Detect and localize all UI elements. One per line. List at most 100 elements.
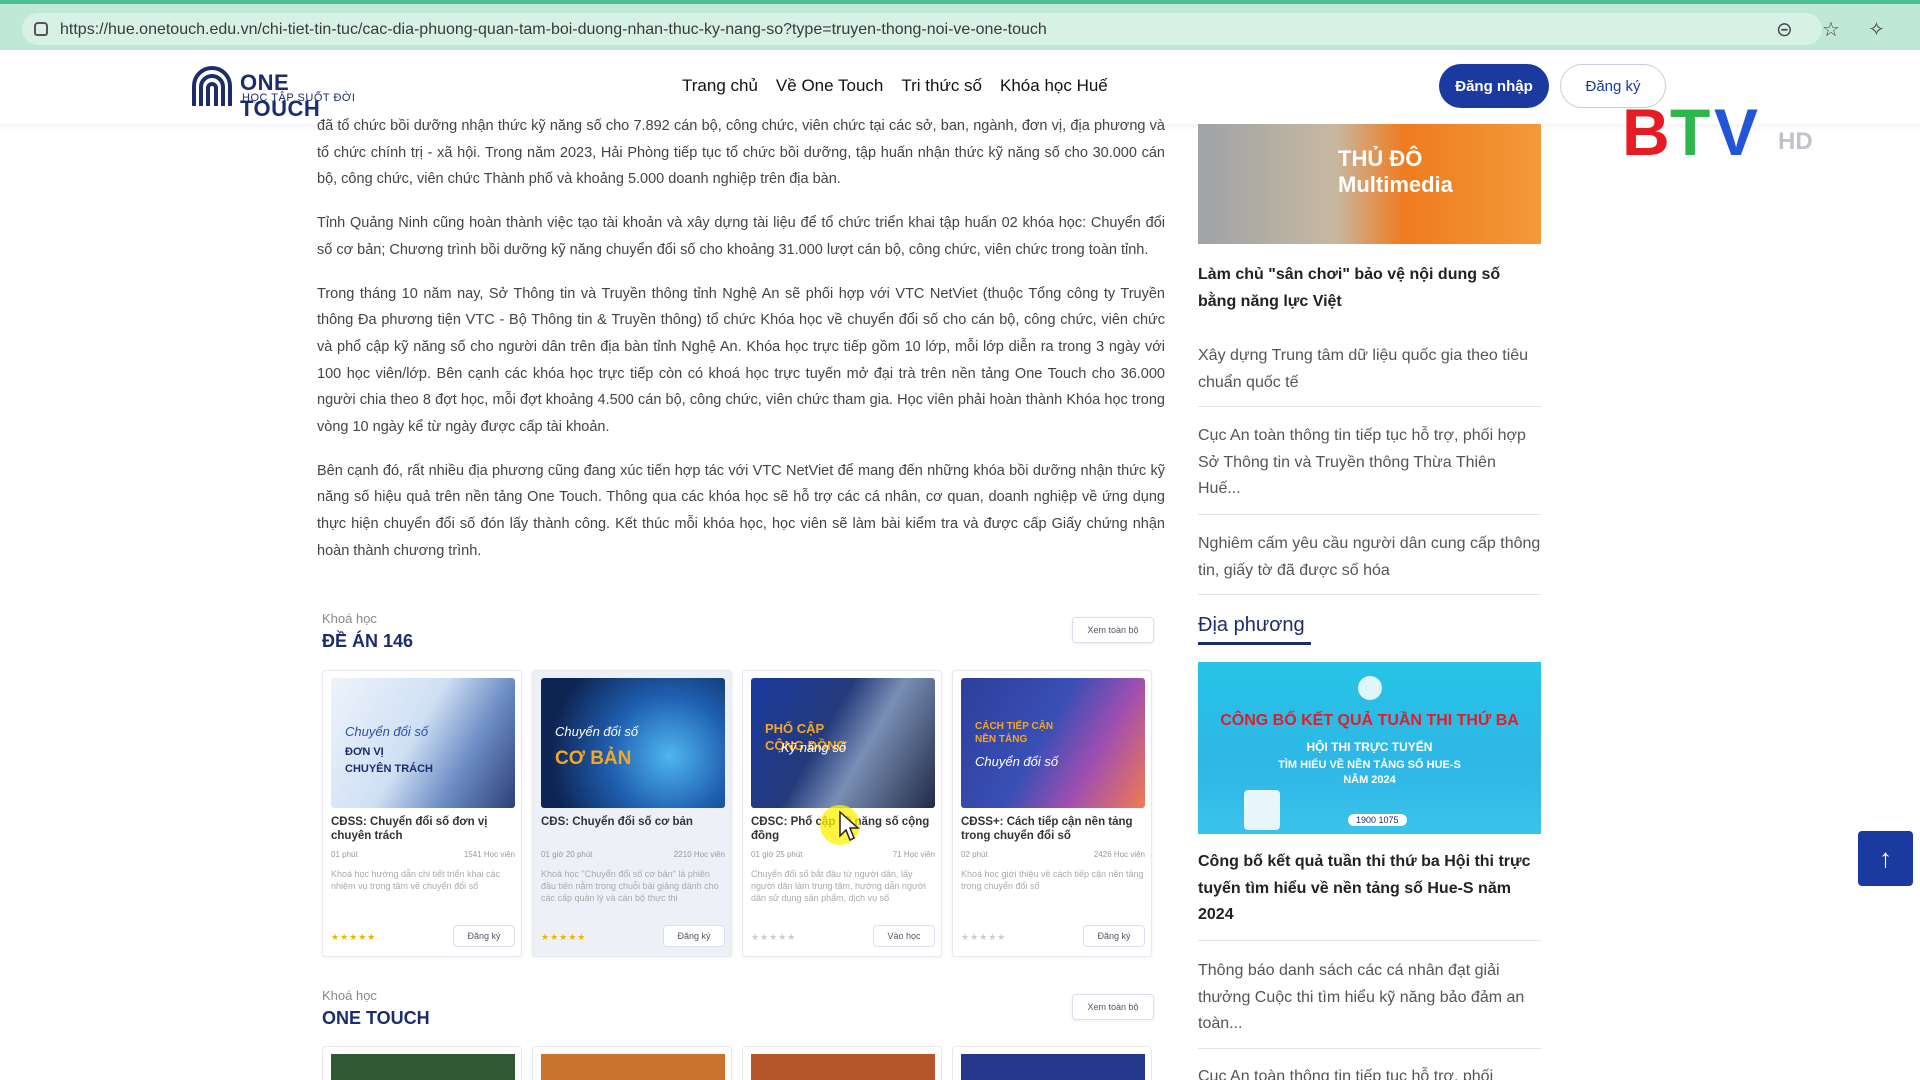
rating-stars: ★★★★★ <box>751 932 797 942</box>
course-learners: 71 Học viên <box>892 850 935 859</box>
rating-stars: ★★★★★ <box>331 932 377 942</box>
course-card[interactable] <box>952 1046 1152 1080</box>
sidebar-news-item[interactable]: Cục An toàn thông tin tiếp tục hỗ trợ, p… <box>1198 423 1541 503</box>
course-thumbnail <box>961 1054 1145 1080</box>
main-nav: Trang chủ Về One Touch Tri thức số Khóa … <box>682 76 1108 96</box>
sidebar-news-item[interactable]: Làm chủ "sân chơi" bảo vệ nội dung số bằ… <box>1198 262 1541 315</box>
course-duration: 01 giờ 20 phút <box>541 850 593 859</box>
section-title: ONE TOUCH <box>322 1008 430 1028</box>
section-kicker: Khoá học <box>322 988 377 1003</box>
course-cards: Chuyển đổi số ĐƠN VỊ CHUYÊN TRÁCH CĐSS: … <box>322 670 1154 957</box>
course-meta: 02 phút 2426 Học viên <box>961 850 1145 859</box>
course-thumbnail: CÁCH TIẾP CẬN NỀN TẢNG Chuyển đổi số <box>961 678 1145 808</box>
thumb-caption: Chuyển đổi số <box>345 724 429 739</box>
course-duration: 01 phút <box>331 850 358 859</box>
logo-arc-icon <box>192 66 232 106</box>
course-thumbnail: PHỔ CẬP CỘNG ĐỒNG Kỹ năng số <box>751 678 935 808</box>
thumb-caption: Kỹ năng số <box>781 740 847 755</box>
banner-hotline: 1900 1075 <box>1348 814 1407 826</box>
course-title: CĐSS+: Cách tiếp cận nền tảng trong chuy… <box>961 816 1133 842</box>
article-paragraph: Trong tháng 10 năm nay, Sở Thông tin và … <box>317 285 1165 436</box>
course-description: Khoá học "Chuyển đổi số cơ bản" là phiên… <box>541 869 719 903</box>
sidebar-divider <box>1198 406 1541 407</box>
course-register-button[interactable]: Đăng ký <box>663 925 725 947</box>
article-paragraph: Tỉnh Quảng Ninh cũng hoàn thành việc tạo… <box>317 215 1165 258</box>
course-thumbnail: Chuyển đổi số ĐƠN VỊ CHUYÊN TRÁCH <box>331 678 515 808</box>
course-card[interactable]: CÁCH TIẾP CẬN NỀN TẢNG Chuyển đổi số CĐS… <box>952 670 1152 957</box>
course-enter-button[interactable]: Vào học <box>873 925 935 947</box>
rating-stars: ★★★★★ <box>961 932 1007 942</box>
course-duration: 02 phút <box>961 850 988 859</box>
course-thumbnail <box>541 1054 725 1080</box>
thumb-caption: Chuyển đổi số <box>975 754 1059 769</box>
sidebar-news-item[interactable]: Xây dựng Trung tâm dữ liệu quốc gia theo… <box>1198 343 1541 396</box>
watermark-v: V <box>1714 95 1759 169</box>
view-all-button[interactable]: Xem toàn bộ <box>1072 994 1154 1020</box>
article-paragraph: Bên cạnh đó, rất nhiều địa phương cũng đ… <box>317 462 1165 559</box>
sidebar-local-item[interactable]: Cục An toàn thông tin tiếp tục hỗ trợ, p… <box>1198 1064 1541 1080</box>
sidebar-local-item[interactable]: Thông báo danh sách các cá nhân đạt giải… <box>1198 958 1541 1038</box>
nav-courses-hue[interactable]: Khóa học Huế <box>1000 76 1108 96</box>
section-title: ĐỀ ÁN 146 <box>322 631 414 651</box>
nav-home[interactable]: Trang chủ <box>682 76 758 96</box>
banner-subline: HỘI THI TRỰC TUYẾN <box>1306 740 1433 754</box>
course-card[interactable] <box>322 1046 522 1080</box>
thumb-heading: CÁCH TIẾP CẬN NỀN TẢNG <box>975 721 1054 745</box>
course-learners: 1541 Học viên <box>463 850 515 859</box>
course-register-button[interactable]: Đăng ký <box>1083 925 1145 947</box>
course-card[interactable]: Chuyển đổi số ĐƠN VỊ CHUYÊN TRÁCH CĐSS: … <box>322 670 522 957</box>
url-text[interactable]: https://hue.onetouch.edu.vn/chi-tiet-tin… <box>60 21 1760 39</box>
rating-stars: ★★★★★ <box>541 932 587 942</box>
course-meta: 01 giờ 25 phút 71 Học viên <box>751 850 935 859</box>
course-card[interactable] <box>532 1046 732 1080</box>
article-paragraph: đã tổ chức bồi dưỡng nhận thức kỹ năng s… <box>317 118 1165 188</box>
watermark-b: B <box>1622 95 1670 169</box>
sidebar-divider <box>1198 1048 1541 1049</box>
sidebar-banner[interactable]: CÔNG BỐ KẾT QUẢ TUẦN THI THỨ BA HỘI THI … <box>1198 662 1541 834</box>
course-card[interactable]: Chuyển đổi số CƠ BẢN CĐS: Chuyển đổi số … <box>532 670 732 957</box>
course-thumbnail <box>331 1054 515 1080</box>
sidebar-image-text: THỦ ĐÔ Multimedia <box>1338 146 1453 197</box>
course-description: Khoá học hướng dẫn chi tiết triển khai c… <box>331 869 501 891</box>
course-learners: 2210 Học viên <box>673 850 725 859</box>
course-meta: 01 phút 1541 Học viên <box>331 850 515 859</box>
course-learners: 2426 Học viên <box>1093 850 1145 859</box>
star-icon[interactable]: ☆ <box>1822 20 1840 40</box>
course-title: CĐS: Chuyển đổi số cơ bản <box>541 816 693 828</box>
banner-detail: TÌM HIỂU VỀ NỀN TẢNG SỐ HUE-S NĂM 2024 <box>1278 759 1461 786</box>
thumb-heading: CƠ BẢN <box>555 748 632 769</box>
logo-tagline: HỌC TẬP SUỐT ĐỜI <box>242 92 356 104</box>
sidebar-local-heading[interactable]: Địa phương <box>1198 614 1305 637</box>
course-title: CĐSS: Chuyển đổi số đơn vị chuyên trách <box>331 816 488 842</box>
reader-icon[interactable]: ⊝ <box>1776 20 1793 40</box>
thumb-heading: ĐƠN VỊ CHUYÊN TRÁCH <box>345 746 433 775</box>
nav-knowledge[interactable]: Tri thức số <box>901 76 982 96</box>
section-kicker: Khoá học <box>322 611 377 626</box>
sidebar-news-image[interactable]: THỦ ĐÔ Multimedia <box>1198 124 1541 244</box>
scroll-top-button[interactable]: ↑ <box>1858 831 1913 886</box>
sidebar-divider <box>1198 514 1541 515</box>
logo[interactable]: ONE TOUCH HỌC TẬP SUỐT ĐỜI <box>190 66 360 121</box>
course-description: Chuyển đổi số bắt đầu từ người dân, lấy … <box>751 869 926 903</box>
article-body: đã tổ chức bồi dưỡng nhận thức kỹ năng s… <box>317 116 1165 582</box>
banner-logo-icon <box>1358 676 1382 700</box>
thumb-caption: Chuyển đổi số <box>555 724 639 739</box>
course-duration: 01 giờ 25 phút <box>751 850 803 859</box>
course-thumbnail: Chuyển đổi số CƠ BẢN <box>541 678 725 808</box>
nav-about[interactable]: Về One Touch <box>776 76 883 96</box>
sidebar-local-item[interactable]: Công bố kết quả tuần thi thứ ba Hội thi … <box>1198 849 1541 929</box>
course-register-button[interactable]: Đăng ký <box>453 925 515 947</box>
course-description: Khoá học giới thiệu về cách tiếp cận nền… <box>961 869 1144 891</box>
course-card[interactable] <box>742 1046 942 1080</box>
view-all-button[interactable]: Xem toàn bộ <box>1072 617 1154 643</box>
sidebar-heading-underline <box>1198 642 1311 645</box>
course-cards-2 <box>322 1046 1154 1080</box>
extensions-icon[interactable]: ✧ <box>1868 20 1885 40</box>
browser-address-bar: https://hue.onetouch.edu.vn/chi-tiet-tin… <box>0 0 1920 50</box>
sidebar-news-item[interactable]: Nghiêm cấm yêu cầu người dân cung cấp th… <box>1198 531 1541 584</box>
btv-watermark: B T V HD <box>1622 94 1822 169</box>
login-button[interactable]: Đăng nhập <box>1439 64 1549 108</box>
phone-icon <box>1244 790 1280 830</box>
banner-headline: CÔNG BỐ KẾT QUẢ TUẦN THI THỨ BA <box>1220 712 1519 729</box>
watermark-t: T <box>1670 95 1711 169</box>
